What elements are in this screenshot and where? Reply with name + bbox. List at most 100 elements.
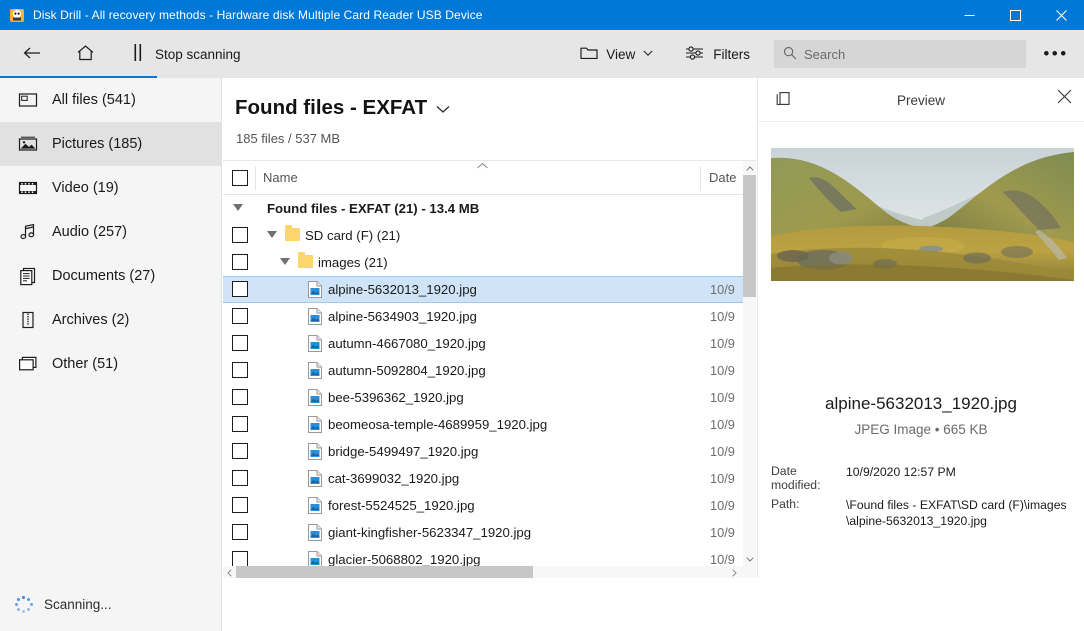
search-input[interactable]: Search [774,40,1026,68]
found-files-title[interactable]: Found files - EXFAT [235,96,450,120]
pause-icon [133,44,143,64]
preview-image [771,148,1074,281]
scroll-up-arrow[interactable] [743,161,756,175]
row-date: 10/9 [710,336,735,351]
jpg-file-icon [308,524,322,541]
all-files-icon [18,90,38,110]
row-checkbox[interactable] [232,227,248,243]
detail-row-date-modified: Date modified: 10/9/2020 12:57 PM [771,464,1083,492]
table-row[interactable]: cat-3699032_1920.jpg 10/9 [223,465,743,492]
row-checkbox[interactable] [232,362,248,378]
table-row[interactable]: alpine-5632013_1920.jpg 10/9 [223,276,743,303]
preview-file-name: alpine-5632013_1920.jpg [825,394,1017,413]
table-row[interactable]: SD card (F) (21) [223,222,743,249]
sidebar-item-video[interactable]: Video (19) [0,166,221,210]
row-date: 10/9 [710,390,735,405]
home-button[interactable] [64,30,107,78]
row-checkbox[interactable] [232,443,248,459]
sidebar-item-other[interactable]: Other (51) [0,342,221,386]
row-checkbox[interactable] [232,281,248,297]
column-header-name[interactable]: Name [263,170,298,185]
sidebar-item-pictures[interactable]: Pictures (185) [0,122,221,166]
more-options-button[interactable]: ••• [1034,30,1078,78]
row-label: beomeosa-temple-4689959_1920.jpg [328,417,548,432]
filters-button[interactable]: Filters [675,30,760,78]
other-icon [18,354,38,374]
vertical-scrollbar-thumb[interactable] [743,175,756,297]
maximize-button[interactable] [992,0,1038,30]
table-row[interactable]: forest-5524525_1920.jpg 10/9 [223,492,743,519]
scroll-down-arrow[interactable] [743,552,756,566]
row-date: 10/9 [710,282,735,297]
sidebar-item-audio[interactable]: Audio (257) [0,210,221,254]
table-row[interactable]: beomeosa-temple-4689959_1920.jpg 10/9 [223,411,743,438]
sidebar-item-archives[interactable]: Archives (2) [0,298,221,342]
folder-icon [580,45,598,63]
loading-spinner-icon [14,595,33,614]
stop-scanning-button[interactable]: Stop scanning [121,30,253,78]
expand-collapse-icon[interactable] [267,231,277,238]
select-all-checkbox[interactable] [229,167,251,189]
sidebar-item-label: Other (51) [52,356,119,372]
expand-collapse-icon[interactable] [280,258,290,265]
row-label: Found files - EXFAT (21) - 13.4 MB [267,201,480,216]
row-checkbox[interactable] [232,389,248,405]
table-row[interactable]: bridge-5499497_1920.jpg 10/9 [223,438,743,465]
view-button[interactable]: View [570,30,663,78]
row-checkbox[interactable] [232,254,248,270]
row-date: 10/9 [710,444,735,459]
jpg-file-icon [308,551,322,566]
header-divider-1 [255,166,256,190]
row-checkbox[interactable] [232,470,248,486]
title-bar: Disk Drill - All recovery methods - Hard… [0,0,1084,30]
table-row[interactable]: autumn-5092804_1920.jpg 10/9 [223,357,743,384]
row-label: forest-5524525_1920.jpg [328,498,475,513]
home-icon [76,44,95,65]
table-row[interactable]: images (21) [223,249,743,276]
disk-drill-window: Disk Drill - All recovery methods - Hard… [0,0,1084,631]
expand-collapse-icon[interactable] [233,204,243,211]
row-checkbox[interactable] [232,524,248,540]
row-label: alpine-5634903_1920.jpg [328,309,477,324]
table-row[interactable]: Found files - EXFAT (21) - 13.4 MB [223,195,743,222]
arrow-left-icon [22,45,42,64]
minimize-button[interactable] [946,0,992,30]
table-row[interactable]: glacier-5068802_1920.jpg 10/9 [223,546,743,566]
row-checkbox[interactable] [232,551,248,566]
sidebar-item-documents[interactable]: Documents (27) [0,254,221,298]
row-label: autumn-4667080_1920.jpg [328,336,486,351]
filters-icon [685,45,705,64]
column-header-date[interactable]: Date [709,170,736,185]
audio-icon [18,222,38,242]
detail-value: 10/9/2020 12:57 PM [846,465,956,479]
sidebar-item-all-files[interactable]: All files (541) [0,78,221,122]
close-preview-icon[interactable] [1057,89,1072,109]
row-checkbox[interactable] [232,335,248,351]
preview-title: Preview [896,92,945,108]
jpg-file-icon [308,497,322,514]
preview-panel: Preview alpine-5632013_1920.jpg JPEG Ima… [757,78,1084,578]
detail-value: \Found files - EXFAT\SD card (F)\images … [846,498,1067,529]
jpg-file-icon [308,335,322,352]
row-label: glacier-5068802_1920.jpg [328,552,481,566]
row-checkbox[interactable] [232,308,248,324]
row-label: autumn-5092804_1920.jpg [328,363,486,378]
back-button[interactable] [6,30,58,78]
detail-key: Date modified: [771,464,821,492]
jpg-file-icon [308,389,322,406]
row-checkbox[interactable] [232,497,248,513]
close-button[interactable] [1038,0,1084,30]
row-checkbox[interactable] [232,416,248,432]
sidebar-item-label: Documents (27) [52,268,156,284]
table-row[interactable]: alpine-5634903_1920.jpg 10/9 [223,303,743,330]
vertical-scrollbar[interactable] [743,161,756,566]
jpg-file-icon [308,416,322,433]
found-files-subtitle: 185 files / 537 MB [236,131,341,146]
table-row[interactable]: bee-5396362_1920.jpg 10/9 [223,384,743,411]
table-row[interactable]: giant-kingfisher-5623347_1920.jpg 10/9 [223,519,743,546]
row-date: 10/9 [710,525,735,540]
window-title: Disk Drill - All recovery methods - Hard… [33,8,483,22]
documents-icon [18,266,38,286]
video-icon [18,178,38,198]
table-row[interactable]: autumn-4667080_1920.jpg 10/9 [223,330,743,357]
